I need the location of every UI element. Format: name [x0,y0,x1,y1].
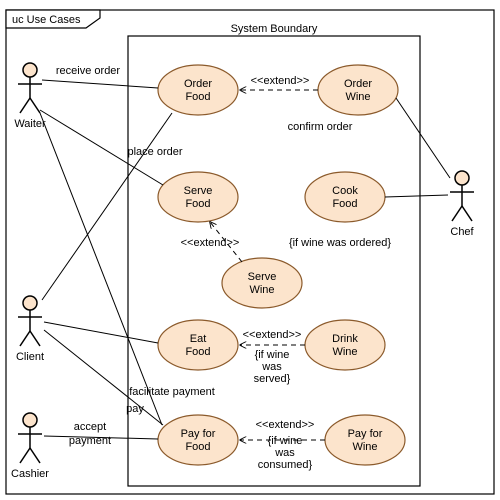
usecase-cook-food: CookFood [305,172,385,222]
svg-text:consumed}: consumed} [258,459,313,471]
usecase-order-food: OrderFood [158,65,238,115]
usecase-pay-wine: Pay forWine [325,415,405,465]
svg-text:ServeWine: ServeWine [248,271,277,296]
actor-cashier-label: Cashier [11,468,49,480]
usecase-serve-wine: ServeWine [222,258,302,308]
usecase-serve-food: ServeFood [158,172,238,222]
svg-text:was: was [261,361,282,373]
label-confirm: confirm order [288,121,353,133]
usecase-pay-food: Pay forFood [158,415,238,465]
svg-text:was: was [274,447,295,459]
assoc-client-payfood [44,330,163,425]
label-facilitate: facilitate payment [129,386,215,398]
assoc-client-orderfood [42,113,172,300]
label-accept1: accept [74,421,106,433]
label-place-order: place order [127,146,182,158]
svg-text:CookFood: CookFood [332,185,358,210]
actor-cashier: Cashier [11,413,49,480]
assoc-waiter-payfood [40,113,162,425]
actor-client: Client [16,296,44,363]
actor-client-label: Client [16,351,44,363]
svg-text:Pay forWine: Pay forWine [348,428,383,453]
uc-order-food-l2: Food [185,91,210,103]
label-extend1: <<extend>> [251,75,310,87]
svg-text:DrinkWine: DrinkWine [332,333,358,358]
label-extend3: <<extend>> [243,329,302,341]
svg-text:OrderWine: OrderWine [344,78,372,103]
usecase-eat-food: EatFood [158,320,238,370]
usecase-order-wine: OrderWine [318,65,398,115]
label-extend4: <<extend>> [256,419,315,431]
actor-waiter: Waiter [14,63,46,130]
label-receive-order: receive order [56,65,121,77]
actor-chef-label: Chef [450,226,474,238]
svg-text:ServeFood: ServeFood [184,185,213,210]
assoc-client-eatfood [44,322,158,343]
label-extend2: <<extend>> [181,237,240,249]
actor-chef: Chef [450,171,475,238]
boundary-label: System Boundary [231,23,318,35]
uc-order-food-l1: Order [184,78,212,90]
svg-text:{if wine: {if wine [268,435,303,447]
label-pay: pay [126,403,144,415]
svg-text:served}: served} [254,373,291,385]
actor-waiter-label: Waiter [14,118,46,130]
assoc-waiter-orderfood [42,80,158,88]
svg-text:Pay forFood: Pay forFood [181,428,216,453]
label-accept2: payment [69,435,111,447]
usecase-drink-wine: DrinkWine [305,320,385,370]
svg-text:OrderFood: OrderFood [184,78,212,103]
assoc-chef-orderwine [396,98,450,178]
svg-text:{if wine: {if wine [255,349,290,361]
assoc-chef-cookfood [385,195,448,197]
guard-serve: {if wine was ordered} [289,237,391,249]
diagram-title: uc Use Cases [12,14,81,26]
